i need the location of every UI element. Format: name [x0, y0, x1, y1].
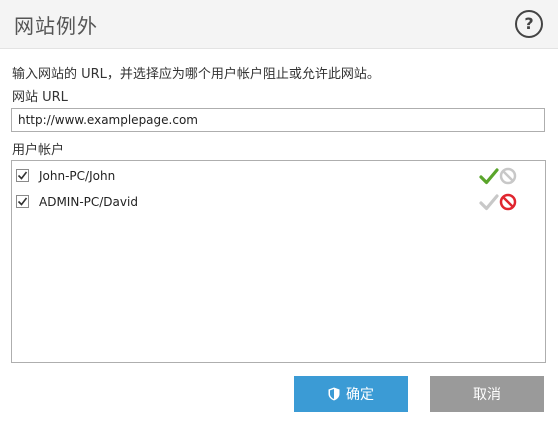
checkmark-icon — [17, 197, 28, 206]
user-account-list: John-PC/John ADMIN-PC/David — [11, 160, 546, 363]
help-icon[interactable]: ? — [515, 10, 543, 38]
allow-check-icon[interactable] — [479, 166, 499, 186]
allow-check-icon[interactable] — [479, 192, 499, 212]
cancel-button[interactable]: 取消 — [430, 376, 544, 412]
checkmark-icon — [17, 171, 28, 180]
block-circle-icon[interactable] — [499, 166, 519, 186]
user-account-row: ADMIN-PC/David — [12, 190, 545, 216]
user-account-name: John-PC/John — [39, 169, 116, 183]
ok-button[interactable]: 确定 — [294, 376, 408, 412]
user-account-row: John-PC/John — [12, 164, 545, 190]
dialog-titlebar: 网站例外 ? — [0, 0, 558, 49]
permission-toggle — [479, 166, 519, 186]
instruction-text: 输入网站的 URL，并选择应为哪个用户帐户阻止或允许此网站。 — [12, 67, 380, 82]
user-accounts-label: 用户帐户 — [12, 143, 65, 158]
dialog-title: 网站例外 — [14, 14, 98, 38]
user-account-name: ADMIN-PC/David — [39, 195, 138, 209]
user-checkbox[interactable] — [16, 195, 29, 208]
url-input[interactable] — [11, 108, 545, 132]
shield-icon — [328, 387, 340, 401]
cancel-button-label: 取消 — [473, 387, 501, 403]
ok-button-label: 确定 — [346, 387, 374, 403]
user-checkbox[interactable] — [16, 169, 29, 182]
permission-toggle — [479, 192, 519, 212]
block-circle-icon[interactable] — [499, 192, 519, 212]
url-label: 网站 URL — [12, 90, 68, 105]
